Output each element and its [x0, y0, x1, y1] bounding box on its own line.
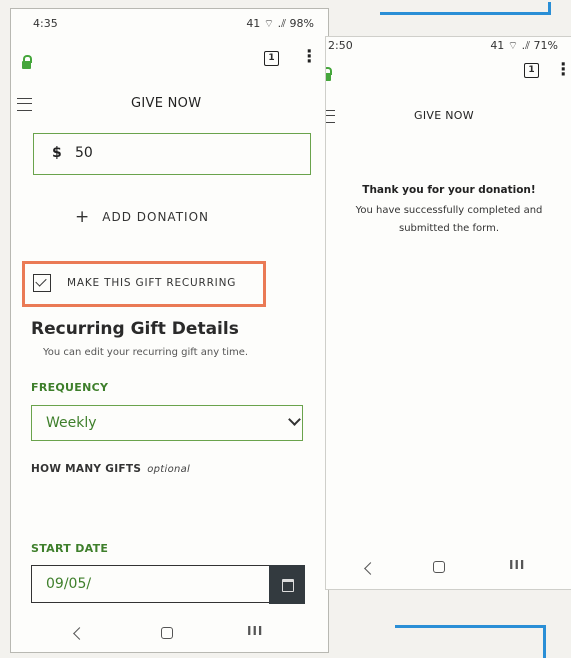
status-bar: 4:35 41 ⌔ .⫽ 98% [11, 9, 328, 35]
add-donation-button[interactable]: + ADD DONATION [75, 207, 209, 227]
home-icon[interactable] [161, 627, 173, 639]
how-many-gifts-label: HOW MANY GIFTS optional [31, 463, 190, 475]
frequency-label: FREQUENCY [31, 381, 109, 394]
tabs-icon[interactable]: 1 [524, 63, 539, 78]
start-date-label: START DATE [31, 542, 109, 555]
chevron-down-icon [288, 413, 301, 426]
status-indicators: 41 ⌔ .⫽ 71% [490, 39, 558, 52]
page-title: GIVE NOW [414, 109, 474, 122]
start-date-value: 09/05/ [46, 576, 92, 592]
thank-you-line-2: submitted the form. [398, 223, 500, 234]
thank-you-line-1: You have successfully completed and [355, 205, 543, 216]
donation-amount-field[interactable]: $ 50 [33, 133, 311, 175]
status-bar: 2:50 41 ⌔ .⫽ 71% [326, 37, 571, 63]
recents-icon[interactable]: III [509, 558, 525, 572]
back-icon[interactable] [364, 562, 377, 575]
status-indicators: 41 ⌔ .⫽ 98% [246, 17, 314, 30]
calendar-icon [282, 579, 294, 592]
calendar-button[interactable] [269, 565, 305, 604]
lock-icon [326, 67, 332, 81]
optional-tag: optional [147, 464, 191, 475]
recurring-checkbox-label: MAKE THIS GIFT RECURRING [67, 277, 237, 289]
recurring-details-subtext: You can edit your recurring gift any tim… [43, 347, 249, 358]
more-vert-icon[interactable]: · · · [306, 44, 312, 71]
hamburger-icon[interactable] [17, 98, 32, 111]
lock-icon [22, 55, 32, 69]
frequency-value: Weekly [46, 415, 97, 431]
status-time: 4:35 [33, 17, 58, 30]
status-time: 2:50 [328, 39, 353, 52]
phone-screen-confirmation: 2:50 41 ⌔ .⫽ 71% 1 · · · GIVE NOW Thank yo… [325, 36, 571, 590]
start-date-input[interactable]: 09/05/ [31, 565, 281, 603]
phone-screen-form: 4:35 41 ⌔ .⫽ 98% 1 · · · GIVE NOW $ 50 + AD… [10, 8, 329, 653]
recents-icon[interactable]: III [247, 624, 263, 638]
hamburger-icon[interactable] [326, 110, 335, 123]
frequency-select[interactable]: Weekly [31, 405, 303, 441]
recurring-details-heading: Recurring Gift Details [31, 319, 239, 339]
back-icon[interactable] [73, 627, 86, 640]
checkbox-checked-icon[interactable] [33, 274, 51, 292]
page-title: GIVE NOW [131, 96, 202, 111]
tabs-icon[interactable]: 1 [264, 51, 279, 66]
home-icon[interactable] [433, 561, 445, 573]
more-vert-icon[interactable]: · · · [560, 57, 566, 84]
recurring-gift-option[interactable]: MAKE THIS GIFT RECURRING [22, 261, 266, 307]
how-many-gifts-text: HOW MANY GIFTS [31, 463, 142, 475]
thank-you-title: Thank you for your donation! [362, 184, 536, 196]
donation-amount-value: 50 [75, 145, 93, 161]
currency-symbol: $ [52, 145, 62, 161]
plus-icon: + [75, 207, 91, 227]
annotation-box [395, 625, 546, 658]
annotation-arrow [380, 2, 551, 15]
add-donation-label: ADD DONATION [102, 210, 209, 224]
